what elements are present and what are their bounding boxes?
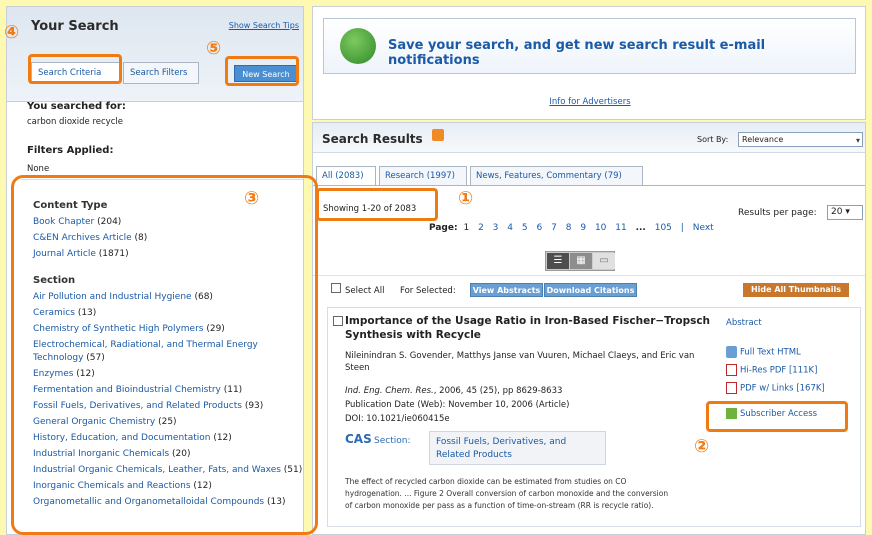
snippet-line: of carbon monoxide per pass as a functio… — [345, 501, 654, 510]
result-snippet: The effect of recycled carbon dioxide ca… — [345, 476, 735, 512]
tab-search-filters[interactable]: Search Filters — [123, 62, 199, 84]
page-current: 1 — [463, 223, 470, 233]
page-link[interactable]: 105 — [655, 223, 672, 233]
for-selected-label: For Selected: — [400, 286, 456, 296]
tab-all[interactable]: All (2083) — [316, 166, 376, 186]
result-doi: DOI: 10.1021/ie060415e — [345, 414, 450, 424]
page-link[interactable]: 4 — [507, 223, 513, 233]
callout-number-4: ④ — [4, 22, 20, 43]
highlight-box-5 — [225, 56, 299, 86]
result-authors: Nileinindran S. Govender, Matthys Janse … — [345, 351, 695, 373]
highlight-box-2 — [706, 401, 848, 432]
hires-pdf-label: Hi-Res PDF [111K] — [740, 365, 818, 376]
journal-name: Ind. Eng. Chem. Res. — [345, 386, 434, 396]
cas-section-link[interactable]: Fossil Fuels, Derivatives, and Related P… — [436, 436, 601, 462]
highlight-box-4 — [28, 54, 122, 84]
tab-news[interactable]: News, Features, Commentary (79) — [470, 166, 643, 186]
result-pubdate: Publication Date (Web): November 10, 200… — [345, 400, 570, 410]
result-title-link[interactable]: Importance of the Usage Ratio in Iron-Ba… — [345, 314, 715, 342]
results-per-page-label: Results per page: — [738, 208, 817, 218]
promo-banner-panel: Save your search, and get new search res… — [312, 6, 866, 120]
sidebar-title: Your Search — [31, 19, 119, 34]
highlight-box-3 — [11, 175, 318, 535]
sort-by-label: Sort By: — [697, 135, 729, 144]
page-link[interactable]: 10 — [595, 223, 606, 233]
pagination: Page: 1 2 3 4 5 6 7 8 9 10 11 ... 105 | … — [429, 223, 714, 233]
page-link[interactable]: 5 — [522, 223, 528, 233]
pdf-links-link[interactable]: PDF w/ Links [167K] — [726, 382, 825, 394]
full-text-html-link[interactable]: Full Text HTML — [726, 346, 801, 358]
abstract-link[interactable]: Abstract — [726, 318, 762, 328]
page-link[interactable]: 7 — [551, 223, 557, 233]
filters-applied-value: None — [27, 164, 50, 174]
chevron-down-icon: ▾ — [845, 207, 850, 217]
callout-number-3: ③ — [244, 188, 260, 209]
page-link[interactable]: 8 — [566, 223, 572, 233]
info-for-advertisers-link[interactable]: Info for Advertisers — [313, 97, 867, 107]
page-ellipsis: ... — [635, 223, 646, 233]
snippet-line: The effect of recycled carbon dioxide ca… — [345, 477, 627, 486]
results-per-page-value: 20 — [831, 207, 843, 217]
tab-baseline — [313, 185, 865, 186]
callout-number-2: ② — [694, 436, 710, 457]
journal-citation: , 2006, 45 (25), pp 8629-8633 — [433, 386, 563, 396]
page-link[interactable]: 9 — [580, 223, 586, 233]
pdf-icon — [726, 364, 737, 376]
results-title: Search Results — [322, 132, 423, 146]
pdf-icon — [726, 382, 737, 394]
pagination-label: Page: — [429, 223, 458, 233]
view-toggle: ☰ ▦ ▭ — [545, 251, 615, 271]
list-view-icon[interactable]: ☰ — [547, 253, 569, 269]
callout-number-1: ① — [458, 188, 474, 209]
hide-thumbnails-button[interactable]: Hide All Thumbnails — [743, 283, 849, 297]
search-magnifier-icon — [340, 28, 376, 64]
search-results-panel: Search Results Sort By: Relevance ▾ All (… — [312, 122, 866, 535]
search-query-text: carbon dioxide recycle — [27, 117, 123, 127]
highlight-box-1 — [316, 188, 438, 221]
grid-view-icon[interactable]: ▦ — [570, 253, 592, 269]
results-header: Search Results Sort By: Relevance ▾ — [313, 123, 865, 153]
you-searched-label: You searched for: — [27, 101, 126, 112]
select-all-label: Select All — [345, 286, 385, 296]
select-all-checkbox[interactable] — [331, 283, 341, 293]
rss-icon[interactable] — [432, 129, 444, 141]
full-text-html-label: Full Text HTML — [740, 347, 801, 358]
pdf-links-label: PDF w/ Links [167K] — [740, 383, 825, 394]
cas-logo-icon: CAS — [345, 432, 372, 446]
page-link[interactable]: 6 — [537, 223, 543, 233]
toolbar-divider — [313, 275, 865, 276]
download-citations-button[interactable]: Download Citations — [544, 283, 637, 297]
page-link[interactable]: 11 — [615, 223, 626, 233]
filters-applied-label: Filters Applied: — [27, 145, 114, 156]
cas-section-label: Section: — [374, 436, 411, 446]
print-view-icon[interactable]: ▭ — [593, 253, 615, 269]
html-doc-icon — [726, 346, 737, 358]
view-abstracts-button[interactable]: View Abstracts — [470, 283, 543, 297]
callout-number-5: ⑤ — [206, 38, 222, 59]
cas-section-box: Fossil Fuels, Derivatives, and Related P… — [429, 431, 606, 465]
save-search-banner[interactable]: Save your search, and get new search res… — [323, 18, 856, 74]
banner-text: Save your search, and get new search res… — [388, 38, 766, 68]
result-checkbox[interactable] — [333, 316, 343, 326]
chevron-down-icon: ▾ — [855, 136, 860, 145]
result-journal: Ind. Eng. Chem. Res., 2006, 45 (25), pp … — [345, 386, 562, 396]
next-page-link[interactable]: Next — [693, 223, 714, 233]
hires-pdf-link[interactable]: Hi-Res PDF [111K] — [726, 364, 817, 376]
sort-by-value: Relevance — [742, 135, 784, 144]
sort-by-select[interactable]: Relevance ▾ — [738, 132, 863, 147]
tab-research[interactable]: Research (1997) — [379, 166, 467, 186]
page-link[interactable]: 3 — [493, 223, 499, 233]
snippet-line: hydrogenation. ... Figure 2 Overall conv… — [345, 489, 669, 498]
page-link[interactable]: 2 — [478, 223, 484, 233]
show-search-tips-link[interactable]: Show Search Tips — [229, 21, 299, 30]
page-separator: | — [680, 223, 684, 233]
results-per-page-select[interactable]: 20 ▾ — [827, 205, 863, 220]
